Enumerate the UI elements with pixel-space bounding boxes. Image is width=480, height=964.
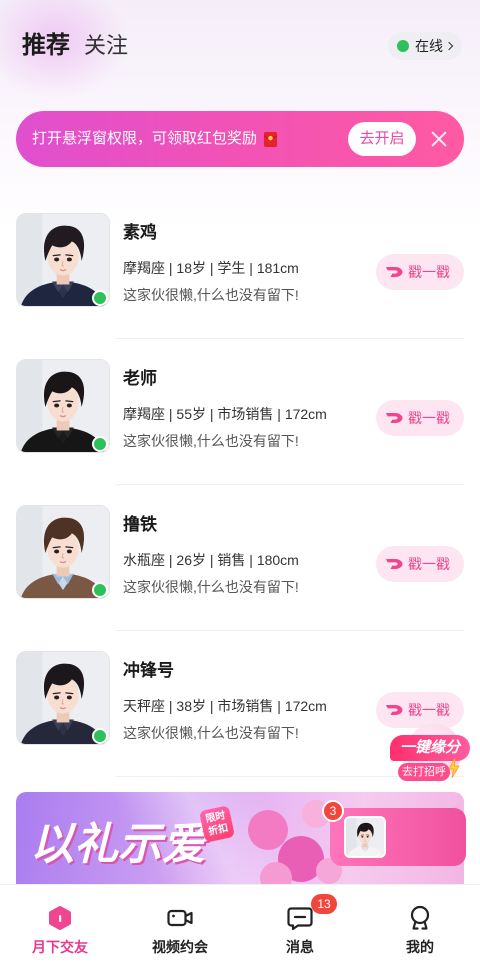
- message-icon: [286, 904, 314, 932]
- bottom-tab-bar: 月下交友 视频约会 消息 13 我的: [0, 884, 480, 964]
- user-info: 摩羯座 | 55岁 | 市场销售 | 172cm: [123, 406, 327, 422]
- tab-label: 视频约会: [152, 939, 208, 955]
- poke-icon: [385, 702, 405, 718]
- tab-label: 我的: [406, 939, 434, 955]
- profile-icon: [406, 904, 434, 932]
- red-envelope-icon: [263, 131, 278, 148]
- user-bio: 这家伙很懒,什么也没有留下!: [123, 725, 299, 741]
- user-name: 冲锋号: [123, 661, 174, 680]
- notice-text: 打开悬浮窗权限，可领取红包奖励: [32, 130, 258, 147]
- poke-button[interactable]: 戳一戳: [376, 400, 464, 436]
- poke-button-label: 戳一戳: [408, 264, 450, 280]
- poke-icon: [385, 410, 405, 426]
- user-info: 摩羯座 | 18岁 | 学生 | 181cm: [123, 260, 299, 276]
- online-status-dot: [92, 290, 108, 306]
- user-card[interactable]: 老师 摩羯座 | 55岁 | 市场销售 | 172cm 这家伙很懒,什么也没有留…: [0, 359, 480, 505]
- user-bio: 这家伙很懒,什么也没有留下!: [123, 579, 299, 595]
- poke-button-label: 戳一戳: [408, 410, 450, 426]
- tab-recommend[interactable]: 推荐: [22, 30, 70, 62]
- tab-label: 月下交友: [32, 939, 88, 955]
- poke-button[interactable]: 戳一戳: [376, 692, 464, 728]
- user-card[interactable]: 撸铁 水瓶座 | 26岁 | 销售 | 180cm 这家伙很懒,什么也没有留下!…: [0, 505, 480, 651]
- message-count-badge: 13: [311, 894, 337, 914]
- promo-title: 以礼示爱: [30, 819, 206, 870]
- permission-notice-banner[interactable]: 打开悬浮窗权限，可领取红包奖励 去开启: [16, 111, 464, 167]
- poke-button-label: 戳一戳: [408, 702, 450, 718]
- user-info: 水瓶座 | 26岁 | 销售 | 180cm: [123, 552, 299, 568]
- tab-profile[interactable]: 我的: [360, 885, 480, 964]
- divider: [116, 338, 464, 339]
- video-camera-icon: [166, 904, 194, 932]
- notice-content: 打开悬浮窗权限，可领取红包奖励: [32, 111, 278, 167]
- floating-chat-button[interactable]: [330, 808, 466, 866]
- tab-messages[interactable]: 消息 13: [240, 885, 360, 964]
- portrait-illustration: [346, 818, 384, 856]
- tab-video-dating[interactable]: 视频约会: [120, 885, 240, 964]
- user-name: 撸铁: [123, 515, 157, 534]
- online-filter-label: 在线: [415, 38, 443, 54]
- poke-button-label: 戳一戳: [408, 556, 450, 572]
- chevron-right-icon: [444, 41, 454, 51]
- online-status-icon: [397, 40, 409, 52]
- poke-icon: [385, 264, 405, 280]
- user-info: 天秤座 | 38岁 | 市场销售 | 172cm: [123, 698, 327, 714]
- user-card[interactable]: 素鸡 摩羯座 | 18岁 | 学生 | 181cm 这家伙很懒,什么也没有留下!…: [0, 213, 480, 359]
- online-status-dot: [92, 728, 108, 744]
- user-name: 素鸡: [123, 223, 157, 242]
- poke-icon: [385, 556, 405, 572]
- divider: [116, 484, 464, 485]
- online-status-dot: [92, 582, 108, 598]
- tab-moon-dating[interactable]: 月下交友: [0, 885, 120, 964]
- home-hexagon-icon: [46, 904, 74, 932]
- user-bio: 这家伙很懒,什么也没有留下!: [123, 433, 299, 449]
- divider: [116, 630, 464, 631]
- poke-button[interactable]: 戳一戳: [376, 254, 464, 290]
- online-filter-button[interactable]: 在线: [388, 32, 462, 60]
- user-name: 老师: [123, 369, 157, 388]
- poke-button[interactable]: 戳一戳: [376, 546, 464, 582]
- promo-discount-tag: 限时 折扣: [199, 805, 235, 843]
- floating-chat-avatar: [344, 816, 386, 858]
- online-status-dot: [92, 436, 108, 452]
- enable-permission-button[interactable]: 去开启: [348, 122, 416, 156]
- lightning-icon: [448, 757, 460, 779]
- close-icon[interactable]: [430, 130, 448, 148]
- app-screen: 推荐 关注 在线 打开悬浮窗权限，可领取红包奖励 去开启 素鸡 摩羯座 | 18…: [0, 0, 480, 964]
- unread-count-badge: 3: [322, 800, 344, 822]
- user-bio: 这家伙很懒,什么也没有留下!: [123, 287, 299, 303]
- tab-follow[interactable]: 关注: [84, 30, 128, 62]
- quick-match-action: 去打招呼: [398, 763, 450, 781]
- quick-match-button[interactable]: 一键缘分 去打招呼: [388, 724, 472, 794]
- tab-label: 消息: [286, 939, 314, 955]
